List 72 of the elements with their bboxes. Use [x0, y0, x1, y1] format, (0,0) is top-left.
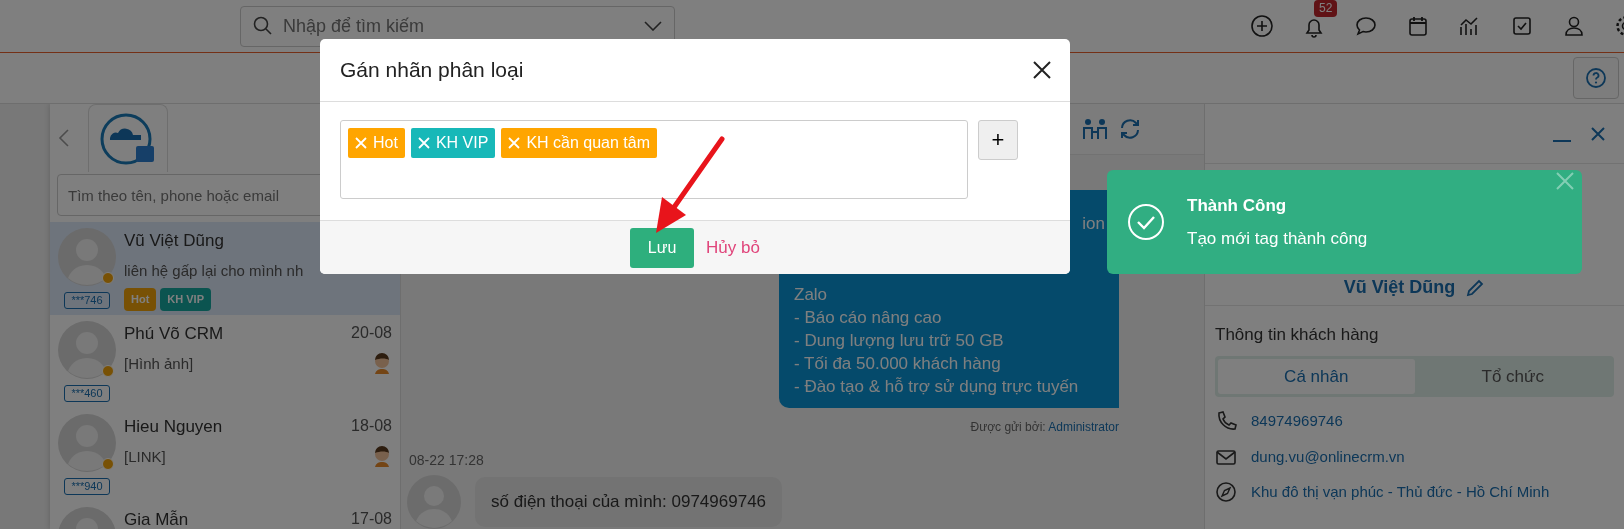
- tag-chip[interactable]: KH cần quan tâm: [501, 128, 657, 158]
- people-icon[interactable]: [1082, 117, 1108, 141]
- save-button[interactable]: Lưu: [630, 227, 695, 268]
- message-text: - Tối đa 50.000 khách hàng: [794, 353, 1002, 375]
- remove-icon[interactable]: [508, 137, 521, 149]
- search-input[interactable]: Nhập để tìm kiếm: [281, 11, 636, 41]
- avatar-icon: [58, 228, 116, 286]
- remove-icon[interactable]: [355, 137, 367, 149]
- avatar-icon: [58, 321, 116, 379]
- calendar-icon[interactable]: [1406, 14, 1430, 38]
- contact-item[interactable]: ***940 Hieu Nguyen 18-08 [LINK]: [50, 408, 400, 501]
- toast-title: Thành Công: [1187, 194, 1288, 217]
- notification-count: 52: [1314, 0, 1338, 17]
- message-time: 08-22 17:28: [409, 451, 485, 470]
- tag-chip[interactable]: Hot: [348, 128, 405, 158]
- channel-tab[interactable]: [88, 104, 168, 172]
- user-icon[interactable]: [1562, 14, 1586, 38]
- message-preview: liên hệ gấp lại cho mình nh: [124, 260, 304, 281]
- contact-item[interactable]: ***460 Phú Võ CRM 20-08 [Hình ảnh]: [50, 315, 400, 408]
- help-icon: [1585, 67, 1607, 89]
- phone-code: ***940: [64, 478, 110, 495]
- message-text: Zalo: [794, 284, 829, 306]
- tab[interactable]: Tổ chức: [1414, 358, 1611, 394]
- toast-message: Tạo mới tag thành công: [1187, 228, 1368, 250]
- phone-code: ***460: [64, 385, 110, 402]
- chat-icon[interactable]: [1354, 14, 1378, 38]
- add-button[interactable]: +: [978, 120, 1018, 160]
- check-icon: [1127, 203, 1165, 241]
- add-icon[interactable]: [1250, 14, 1274, 38]
- close-icon[interactable]: [1032, 60, 1052, 80]
- help-button[interactable]: [1573, 57, 1619, 99]
- section-title: Thông tin khách hàng: [1215, 324, 1380, 346]
- remove-icon[interactable]: [417, 137, 430, 149]
- search-icon: [253, 16, 273, 36]
- message-bubble: số điện thoại của mình: 0974969746: [475, 477, 783, 527]
- contact-name: Hieu Nguyen: [124, 416, 223, 438]
- phone-code: ***746: [64, 292, 110, 309]
- tag: Hot: [124, 288, 157, 311]
- compass-icon: [1215, 481, 1237, 504]
- cancel-link[interactable]: Hủy bỏ: [706, 234, 760, 261]
- task-icon[interactable]: [1510, 14, 1534, 38]
- message-preview: [Hình ảnh]: [124, 353, 194, 374]
- message-text: - Đào tạo & hỗ trợ sử dụng trực tuyến: [794, 376, 1080, 398]
- tag: KH VIP: [160, 288, 211, 311]
- customer-name: Vũ Việt Dũng: [1343, 276, 1456, 299]
- tag-input-field[interactable]: Hot KH VIP KH cần quan tâm: [340, 120, 968, 199]
- edit-icon[interactable]: [1465, 277, 1486, 298]
- message-text: - Dung lượng lưu trữ 50 GB: [794, 330, 1005, 352]
- tab[interactable]: Cá nhân: [1218, 358, 1415, 394]
- modal-title: Gán nhãn phân loại: [340, 57, 524, 83]
- caret-icon: [644, 21, 662, 31]
- sent-by-label: Được gửi bởi:: [970, 420, 1046, 434]
- contact-item[interactable]: Gia Mẫn 17-08: [50, 501, 400, 529]
- message-text: ion: [1081, 213, 1105, 235]
- field-link[interactable]: Khu đô thị vạn phúc - Thủ đức - Hồ Chí Minh: [1251, 481, 1550, 504]
- field-link[interactable]: dung.vu@onlinecrm.vn: [1251, 445, 1405, 468]
- sender-link[interactable]: Administrator: [1048, 420, 1119, 434]
- contact-name: Vũ Việt Dũng: [124, 230, 224, 252]
- search-field[interactable]: Nhập để tìm kiếm: [240, 5, 675, 47]
- phone-icon: [1215, 410, 1237, 433]
- contact-date: 20-08: [351, 323, 392, 343]
- contact-date: 17-08: [351, 509, 392, 529]
- contact-name: Phú Võ CRM: [124, 323, 224, 345]
- field-link[interactable]: 84974969746: [1251, 410, 1343, 433]
- avatar-icon: [58, 414, 116, 472]
- refresh-icon[interactable]: [1118, 117, 1142, 141]
- back-icon[interactable]: [58, 128, 70, 148]
- tag-chip[interactable]: KH VIP: [410, 128, 496, 158]
- contact-date: 18-08: [351, 416, 392, 436]
- message-preview: [LINK]: [124, 446, 166, 467]
- contact-name: Gia Mẫn: [124, 509, 189, 529]
- message-text: - Báo cáo nâng cao: [794, 307, 943, 329]
